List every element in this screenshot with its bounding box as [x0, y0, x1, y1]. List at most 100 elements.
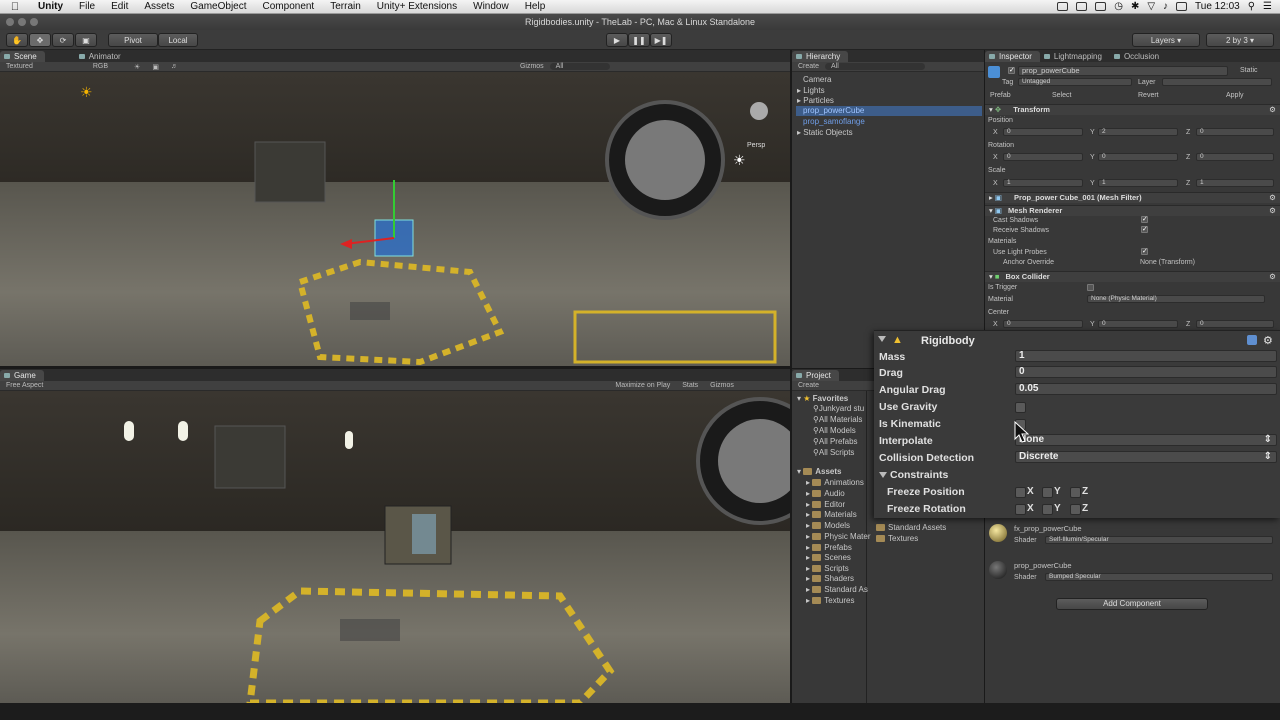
assets-header[interactable]: ▾ Assets — [797, 467, 842, 476]
zoom-window-icon[interactable] — [30, 18, 38, 26]
move-tool-icon[interactable]: ✥ — [29, 33, 51, 47]
freeze-position-y-checkbox[interactable] — [1042, 487, 1053, 498]
freeze-position-x-checkbox[interactable] — [1015, 487, 1026, 498]
layers-dropdown[interactable]: Layers ▾ — [1132, 33, 1200, 47]
aspect-dropdown[interactable]: Free Aspect — [0, 382, 49, 389]
mesh-renderer-header[interactable]: ▾ ▣ Mesh Renderer ⚙ — [985, 205, 1280, 216]
dropbox-icon[interactable] — [1095, 2, 1107, 11]
rotation-z-field[interactable]: 0 — [1196, 153, 1274, 161]
volume-icon[interactable]: ♪ — [1163, 1, 1168, 12]
scene-viewport[interactable]: Persp ☀ ☀ — [0, 72, 790, 366]
freeze-rotation-z-checkbox[interactable] — [1070, 504, 1081, 515]
object-name-field[interactable]: prop_powerCube — [1018, 66, 1228, 76]
asset-folder-item[interactable]: ▸ Shaders — [806, 574, 854, 583]
persp-label[interactable]: Persp — [747, 142, 765, 149]
rotate-tool-icon[interactable]: ⟳ — [52, 33, 74, 47]
help-book-icon[interactable] — [1247, 335, 1257, 345]
add-component-button[interactable]: Add Component — [1056, 598, 1208, 610]
rotation-x-field[interactable]: 0 — [1003, 153, 1083, 161]
project-create-dropdown[interactable]: Create — [792, 382, 825, 389]
scene-search-input[interactable]: All — [549, 63, 610, 70]
tag-dropdown[interactable]: Untagged — [1018, 78, 1132, 86]
menu-file[interactable]: File — [71, 1, 103, 12]
tab-lightmapping[interactable]: Lightmapping — [1040, 51, 1110, 62]
wifi-icon[interactable]: ▽ — [1147, 1, 1155, 12]
active-checkbox[interactable]: ✓ — [1008, 67, 1015, 74]
time-machine-icon[interactable]: ◷ — [1114, 1, 1123, 12]
freeze-rotation-x-checkbox[interactable] — [1015, 504, 1026, 515]
mesh-filter-header[interactable]: ▸ ▣ Prop_power Cube_001 (Mesh Filter) ⚙ — [985, 192, 1280, 203]
asset-folder-item[interactable]: ▸ Scripts — [806, 564, 849, 573]
box-collider-header[interactable]: ▾ ■ Box Collider ⚙ — [985, 271, 1280, 282]
close-window-icon[interactable] — [6, 18, 14, 26]
hierarchy-item-particles[interactable]: ▸ Particles — [797, 96, 834, 105]
is-trigger-checkbox[interactable] — [1087, 284, 1094, 291]
hierarchy-search-input[interactable]: All — [825, 63, 926, 70]
receive-shadows-checkbox[interactable]: ✓ — [1141, 226, 1148, 233]
tab-occlusion[interactable]: Occlusion — [1110, 51, 1167, 62]
favorite-item[interactable]: ⚲Junkyard stu — [813, 404, 864, 413]
favorite-item[interactable]: ⚲All Models — [813, 426, 856, 435]
gear-icon[interactable]: ⚙ — [1269, 272, 1276, 282]
menu-window[interactable]: Window — [465, 1, 517, 12]
center-y-field[interactable]: 0 — [1098, 320, 1178, 328]
static-checkbox[interactable]: Static — [1240, 67, 1258, 74]
shading-mode-dropdown[interactable]: Textured — [0, 63, 39, 70]
hierarchy-create-dropdown[interactable]: Create — [792, 63, 825, 70]
project-right-item[interactable]: Standard Assets — [876, 523, 946, 532]
game-gizmos-dropdown[interactable]: Gizmos — [704, 382, 740, 389]
menu-gameobject[interactable]: GameObject — [182, 1, 254, 12]
scale-x-field[interactable]: 1 — [1003, 179, 1083, 187]
asset-folder-item[interactable]: ▸ Scenes — [806, 553, 851, 562]
apple-menu-icon[interactable]:  — [0, 1, 30, 13]
layer-dropdown[interactable] — [1162, 78, 1272, 86]
cast-shadows-checkbox[interactable]: ✓ — [1141, 216, 1148, 223]
maximize-on-play-toggle[interactable]: Maximize on Play — [609, 382, 676, 389]
status-tray-icon[interactable] — [1057, 2, 1069, 11]
light-gizmo-icon[interactable]: ☀ — [80, 84, 93, 101]
game-viewport[interactable] — [0, 391, 790, 703]
tab-animator[interactable]: Animator — [75, 51, 129, 62]
project-right-item[interactable]: Textures — [876, 534, 918, 543]
pause-button[interactable]: ❚❚ — [628, 33, 650, 47]
gear-icon[interactable]: ⚙ — [1269, 105, 1276, 115]
shader-dropdown[interactable]: Bumped Specular — [1045, 573, 1273, 581]
hierarchy-item-prop-samoflange[interactable]: prop_samoflange — [803, 117, 865, 126]
prefab-revert-button[interactable]: Revert — [1138, 92, 1159, 99]
materials-foldout[interactable]: Materials — [988, 238, 1016, 245]
hierarchy-item-prop-powercube[interactable]: prop_powerCube — [796, 106, 982, 116]
menu-component[interactable]: Component — [255, 1, 323, 12]
notification-list-icon[interactable]: ☰ — [1263, 1, 1272, 12]
pivot-toggle[interactable]: Pivot — [108, 33, 158, 47]
menu-terrain[interactable]: Terrain — [322, 1, 369, 12]
angular-drag-field[interactable]: 0.05 — [1015, 383, 1277, 395]
spotlight-icon[interactable]: ⚲ — [1248, 1, 1255, 12]
favorite-item[interactable]: ⚲All Scripts — [813, 448, 854, 457]
prefab-select-button[interactable]: Select — [1052, 92, 1071, 99]
tab-project[interactable]: Project — [792, 370, 839, 381]
asset-folder-item[interactable]: ▸ Materials — [806, 510, 857, 519]
asset-folder-item[interactable]: ▸ Physic Mater — [806, 532, 870, 541]
use-gravity-checkbox[interactable] — [1015, 402, 1026, 413]
battery-icon[interactable] — [1176, 2, 1188, 11]
tab-hierarchy[interactable]: Hierarchy — [792, 51, 849, 62]
gear-icon[interactable]: ⚙ — [1269, 206, 1276, 216]
favorite-item[interactable]: ⚲All Materials — [813, 415, 862, 424]
play-button[interactable]: ▶ — [606, 33, 628, 47]
rigidbody-header[interactable]: ▲ Rigidbody ⚙ — [874, 334, 1280, 351]
local-toggle[interactable]: Local — [158, 33, 198, 47]
layout-dropdown[interactable]: 2 by 3 ▾ — [1206, 33, 1274, 47]
position-x-field[interactable]: 0 — [1003, 128, 1083, 136]
light-probes-checkbox[interactable]: ✓ — [1141, 248, 1148, 255]
asset-folder-item[interactable]: ▸ Textures — [806, 596, 854, 605]
prefab-apply-button[interactable]: Apply — [1226, 92, 1244, 99]
anchor-override-field[interactable]: None (Transform) — [1140, 259, 1195, 266]
asset-folder-item[interactable]: ▸ Standard As — [806, 585, 868, 594]
tab-scene[interactable]: Scene — [0, 51, 45, 62]
favorite-item[interactable]: ⚲All Prefabs — [813, 437, 858, 446]
position-z-field[interactable]: 0 — [1196, 128, 1274, 136]
hand-tool-icon[interactable]: ✋ — [6, 33, 28, 47]
menu-help[interactable]: Help — [517, 1, 554, 12]
tab-inspector[interactable]: Inspector — [985, 51, 1040, 62]
fx-toggle-icon[interactable]: ▣ — [146, 63, 165, 71]
